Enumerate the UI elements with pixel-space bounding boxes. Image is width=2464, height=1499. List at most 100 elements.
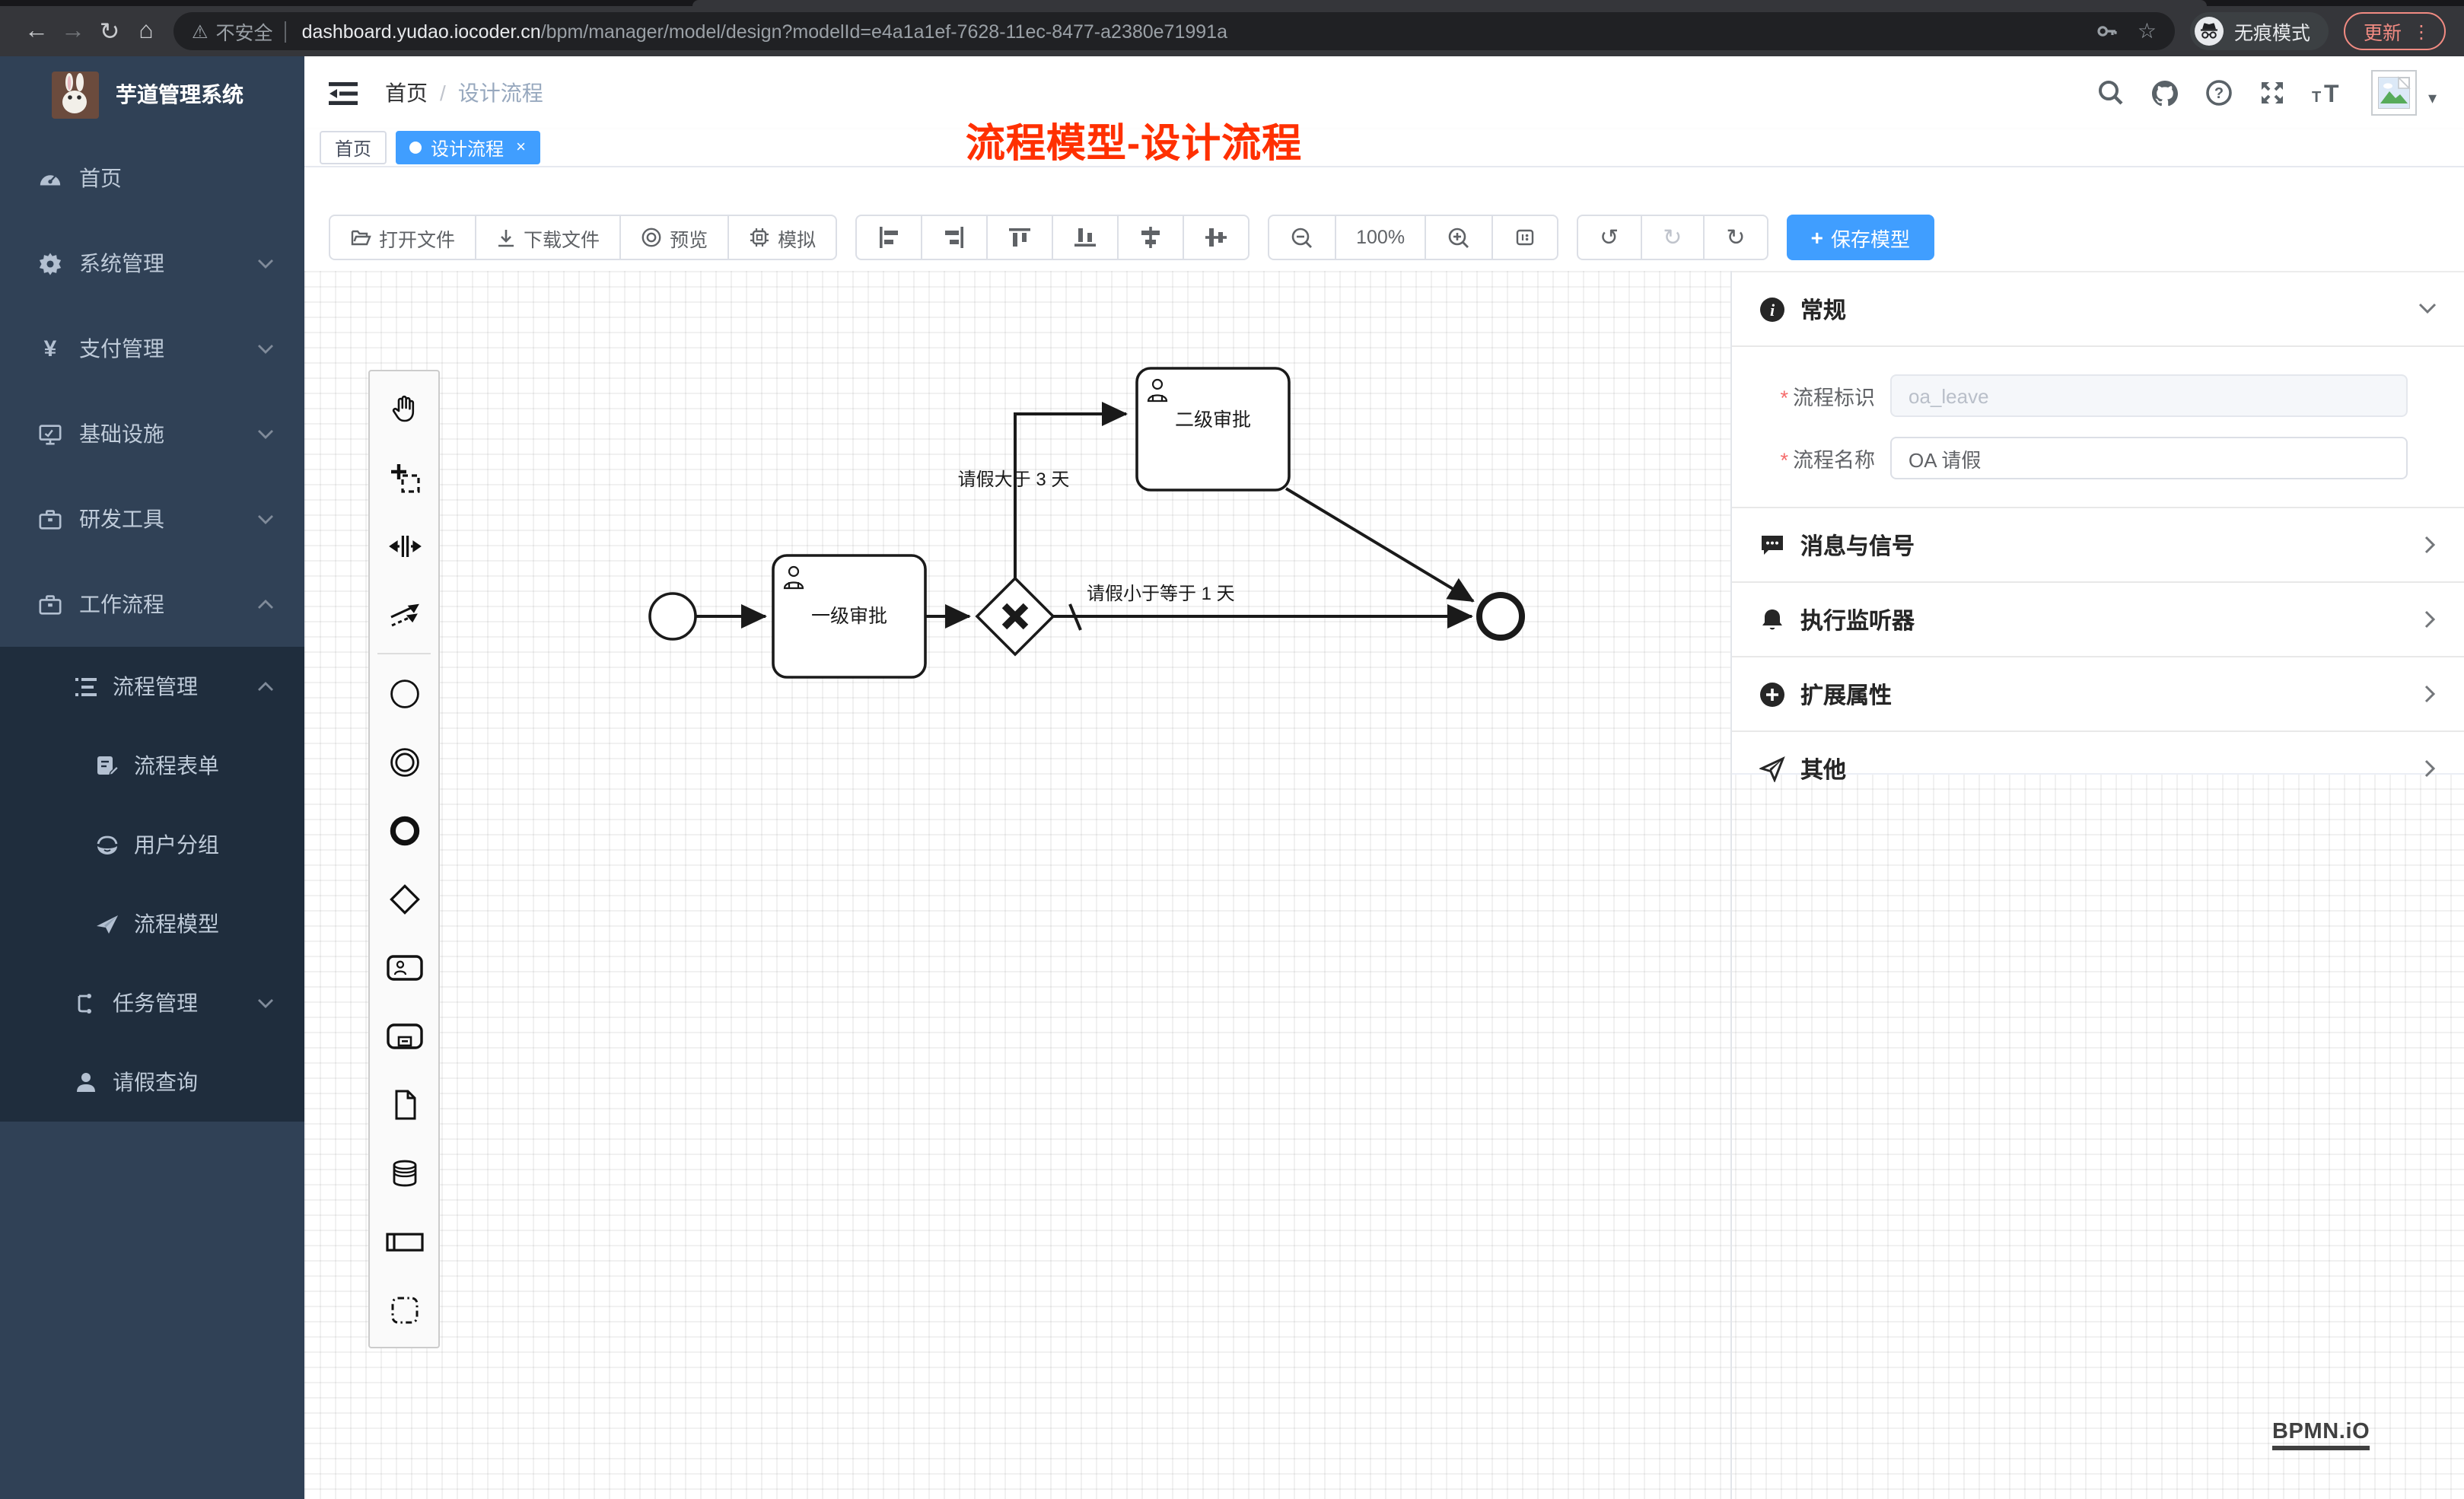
gear-icon [38, 251, 62, 275]
redo-button[interactable]: ↻ [1640, 215, 1705, 260]
restart-button[interactable]: ↻ [1703, 215, 1768, 260]
preview-button[interactable]: 预览 [619, 215, 729, 260]
collapse-sidebar-icon[interactable] [329, 80, 358, 106]
url-path: /bpm/manager/model/design?modelId=e4a1a1… [541, 21, 1227, 42]
section-message-signal[interactable]: 消息与信号 [1732, 508, 2464, 581]
process-name-input[interactable] [1890, 437, 2408, 479]
github-icon[interactable] [2151, 78, 2180, 107]
user-menu[interactable]: ▾ [2372, 70, 2437, 116]
zoom-out-button[interactable] [1268, 215, 1336, 260]
sidebar-item-home[interactable]: 首页 [0, 135, 304, 221]
undo-button[interactable]: ↺ [1577, 215, 1641, 260]
align-center-vertical-button[interactable] [1183, 215, 1250, 260]
fullscreen-icon[interactable] [2259, 79, 2287, 107]
section-general[interactable]: i 常规 [1732, 272, 2464, 345]
open-file-button[interactable]: 打开文件 [329, 215, 476, 260]
general-fields: *流程标识 *流程名称 [1732, 347, 2464, 507]
toolbox-icon [38, 507, 62, 531]
undo-icon: ↺ [1600, 226, 1619, 249]
browser-active-tab[interactable] [692, 0, 2207, 6]
update-button[interactable]: 更新 ⋮ [2344, 12, 2446, 50]
flow-task2-to-end[interactable] [1286, 489, 1473, 601]
chevron-down-icon [257, 343, 274, 354]
button-label: 预览 [670, 223, 708, 252]
save-model-button[interactable]: + 保存模型 [1787, 215, 1934, 260]
address-bar[interactable]: ⚠ 不安全 dashboard.yudao.iocoder.cn /bpm/ma… [173, 12, 2175, 50]
sidebar-item-user-group[interactable]: 用户分组 [0, 805, 304, 884]
send-icon [1759, 756, 1785, 781]
sidebar-item-workflow[interactable]: 工作流程 [0, 562, 304, 647]
bpmn-io-watermark[interactable]: BPMN.iO [2272, 1420, 2370, 1450]
app-logo-row[interactable]: 芋道管理系统 [0, 56, 304, 132]
breadcrumb-current: 设计流程 [458, 78, 543, 108]
zoom-reset-button[interactable] [1491, 215, 1558, 260]
chevron-right-icon [2424, 536, 2437, 554]
info-icon: i [1759, 296, 1785, 322]
align-bottom-button[interactable] [1052, 215, 1119, 260]
button-label: 模拟 [778, 223, 816, 252]
back-icon[interactable]: ← [18, 18, 55, 45]
zoom-in-button[interactable] [1425, 215, 1493, 260]
task-label: 二级审批 [1175, 409, 1251, 431]
search-icon[interactable] [2098, 79, 2125, 107]
redo-icon: ↻ [1663, 226, 1682, 249]
home-icon[interactable]: ⌂ [128, 18, 164, 45]
security-label[interactable]: 不安全 [216, 17, 273, 46]
omnibox-divider [285, 21, 287, 42]
sidebar-item-system[interactable]: 系统管理 [0, 221, 304, 306]
align-right-button[interactable] [921, 215, 988, 260]
screen: ← → ↻ ⌂ ⚠ 不安全 dashboard.yudao.iocoder.cn… [0, 0, 2464, 1499]
sidebar-item-process-form[interactable]: 流程表单 [0, 726, 304, 805]
sidebar-item-leave-query[interactable]: 请假查询 [0, 1042, 304, 1122]
font-size-icon[interactable]: TT [2313, 81, 2346, 105]
face-icon [94, 832, 119, 857]
message-icon [1759, 532, 1785, 558]
flow-gateway-to-end[interactable]: 请假小于等于 1 天 [1053, 584, 1472, 630]
chevron-down-icon [257, 258, 274, 269]
sidebar-item-process-management[interactable]: 流程管理 [0, 647, 304, 726]
download-file-button[interactable]: 下载文件 [475, 215, 621, 260]
sidebar-item-label: 基础设施 [79, 419, 164, 449]
zoom-level[interactable]: 100% [1335, 215, 1426, 260]
required-marker: * [1780, 387, 1788, 409]
sidebar-item-payment[interactable]: ¥ 支付管理 [0, 306, 304, 391]
user-task-shape-level1[interactable]: 一级审批 [773, 555, 925, 677]
url-host: dashboard.yudao.iocoder.cn [302, 21, 541, 42]
required-marker: * [1780, 449, 1788, 472]
tab-design-process[interactable]: 设计流程 × [396, 131, 541, 164]
align-center-horizontal-button[interactable] [1117, 215, 1184, 260]
reload-icon[interactable]: ↻ [91, 16, 128, 46]
active-dot [409, 142, 422, 154]
end-event-shape[interactable] [1479, 595, 1522, 638]
section-title: 常规 [1800, 293, 1846, 325]
breadcrumb-home[interactable]: 首页 [385, 78, 428, 108]
process-key-input[interactable] [1890, 374, 2408, 417]
chevron-down-icon [257, 428, 274, 439]
sidebar: 芋道管理系统 首页 系统管理 ¥ 支付管理 基础设施 [0, 56, 304, 1499]
chevron-right-icon [2424, 610, 2437, 629]
section-extension-attributes[interactable]: 扩展属性 [1732, 657, 2464, 730]
close-icon[interactable]: × [516, 138, 526, 157]
exclusive-gateway-shape[interactable] [977, 578, 1053, 654]
svg-text:?: ? [2215, 85, 2224, 102]
key-icon[interactable] [2096, 20, 2119, 43]
align-left-button[interactable] [855, 215, 922, 260]
sidebar-item-devtools[interactable]: 研发工具 [0, 476, 304, 562]
align-top-button[interactable] [986, 215, 1053, 260]
chevron-down-icon [257, 514, 274, 524]
section-execution-listener[interactable]: 执行监听器 [1732, 583, 2464, 656]
caret-down-icon: ▾ [2428, 88, 2437, 108]
help-icon[interactable]: ? [2206, 79, 2233, 107]
tab-home[interactable]: 首页 [320, 131, 387, 164]
section-other[interactable]: 其他 [1732, 732, 2464, 805]
user-task-shape-level2[interactable]: 二级审批 [1137, 368, 1289, 490]
star-icon[interactable]: ☆ [2138, 18, 2157, 44]
more-menu-icon[interactable]: ⋮ [2412, 21, 2431, 42]
start-event-shape[interactable] [650, 594, 696, 639]
flow-gateway-to-task2[interactable]: 请假大于 3 天 [958, 414, 1126, 578]
simulate-button[interactable]: 模拟 [727, 215, 837, 260]
sidebar-item-infrastructure[interactable]: 基础设施 [0, 391, 304, 476]
forward-icon[interactable]: → [55, 18, 91, 45]
sidebar-item-task-management[interactable]: 任务管理 [0, 963, 304, 1042]
sidebar-item-process-model[interactable]: 流程模型 [0, 884, 304, 963]
